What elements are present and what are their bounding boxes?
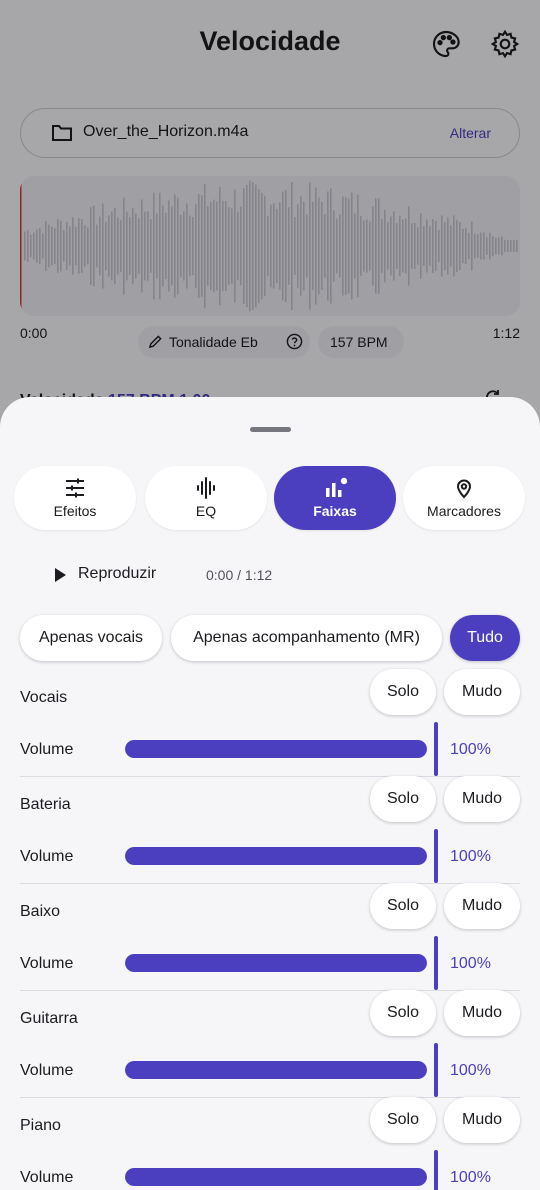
volume-slider-thumb[interactable] (434, 829, 438, 883)
volume-value: 100% (450, 1062, 491, 1079)
volume-label: Volume (20, 1169, 74, 1186)
volume-value: 100% (450, 955, 491, 972)
volume-slider-fill (125, 847, 427, 865)
waveform-icon (197, 477, 215, 499)
sheet-drag-handle[interactable] (250, 427, 291, 432)
volume-slider[interactable] (125, 847, 427, 865)
mute-button[interactable]: Mudo (444, 990, 520, 1036)
tab-label: Marcadores (427, 503, 501, 519)
track-name: Vocais (20, 689, 68, 706)
tab-markers[interactable]: Marcadores (403, 466, 525, 530)
volume-slider[interactable] (125, 954, 427, 972)
volume-slider-thumb[interactable] (434, 722, 438, 776)
volume-value: 100% (450, 848, 491, 865)
sliders-icon (66, 478, 84, 498)
track-name: Baixo (20, 903, 61, 920)
volume-slider[interactable] (125, 740, 427, 758)
volume-label: Volume (20, 848, 74, 865)
volume-slider-thumb[interactable] (434, 1043, 438, 1097)
tab-effects[interactable]: Efeitos (14, 466, 136, 530)
track-row: Bateria Solo Mudo Volume 100% (0, 776, 540, 884)
tab-label: Faixas (313, 503, 357, 519)
solo-button[interactable]: Solo (370, 776, 436, 822)
volume-slider-fill (125, 954, 427, 972)
filter-vocals-only[interactable]: Apenas vocais (20, 615, 162, 661)
volume-label: Volume (20, 1062, 74, 1079)
location-pin-icon (456, 479, 472, 499)
tracks-bottom-sheet: Efeitos EQ Faixas Marcadores Reproduzir … (0, 397, 540, 1190)
volume-slider[interactable] (125, 1061, 427, 1079)
solo-button[interactable]: Solo (370, 883, 436, 929)
solo-button[interactable]: Solo (370, 669, 436, 715)
tab-tracks[interactable]: Faixas (274, 466, 396, 530)
playback-time: 0:00 / 1:12 (206, 567, 273, 583)
mute-button[interactable]: Mudo (444, 669, 520, 715)
solo-button[interactable]: Solo (370, 990, 436, 1036)
bar-chart-icon (326, 477, 347, 497)
track-row: Guitarra Solo Mudo Volume 100% (0, 990, 540, 1098)
track-name: Piano (20, 1117, 61, 1134)
volume-value: 100% (450, 1169, 491, 1186)
volume-slider-thumb[interactable] (434, 1150, 438, 1190)
play-icon (55, 568, 66, 582)
mute-button[interactable]: Mudo (444, 776, 520, 822)
volume-slider-fill (125, 740, 427, 758)
play-button[interactable]: Reproduzir (20, 552, 192, 598)
volume-label: Volume (20, 741, 74, 758)
track-name: Guitarra (20, 1010, 78, 1027)
tab-label: Efeitos (53, 503, 97, 519)
volume-value: 100% (450, 741, 491, 758)
volume-slider-thumb[interactable] (434, 936, 438, 990)
volume-label: Volume (20, 955, 74, 972)
play-label: Reproduzir (78, 565, 157, 582)
filter-all[interactable]: Tudo (450, 615, 520, 661)
track-row: Vocais Solo Mudo Volume 100% (0, 669, 540, 777)
filter-accompaniment-only[interactable]: Apenas acompanhamento (MR) (171, 615, 442, 661)
tab-label: EQ (195, 503, 217, 519)
volume-slider-fill (125, 1168, 427, 1186)
mute-button[interactable]: Mudo (444, 1097, 520, 1143)
volume-slider[interactable] (125, 1168, 427, 1186)
track-row: Piano Solo Mudo Volume 100% (0, 1097, 540, 1190)
track-name: Bateria (20, 796, 71, 813)
tab-eq[interactable]: EQ (145, 466, 267, 530)
solo-button[interactable]: Solo (370, 1097, 436, 1143)
volume-slider-fill (125, 1061, 427, 1079)
mute-button[interactable]: Mudo (444, 883, 520, 929)
track-row: Baixo Solo Mudo Volume 100% (0, 883, 540, 991)
